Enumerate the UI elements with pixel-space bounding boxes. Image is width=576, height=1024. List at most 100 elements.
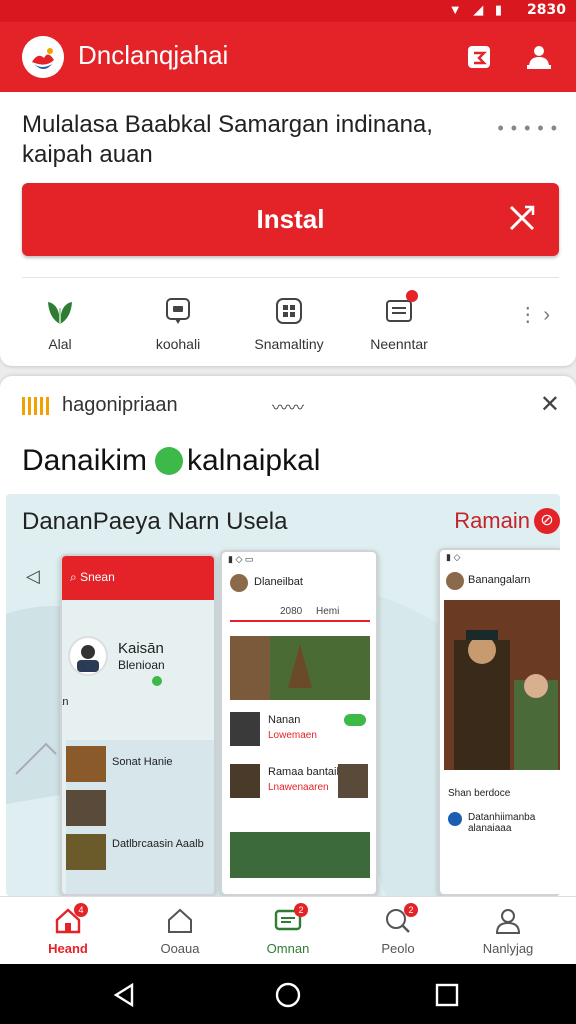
chat-icon — [163, 296, 193, 326]
phone1-search-text: Snean — [80, 570, 115, 584]
status-bar: ▼ ◢ ▮ 2830 — [0, 0, 576, 22]
phone3-header: Banangalarn — [468, 574, 531, 586]
phone2-tabs: 2080 Hemi — [230, 606, 370, 622]
banner-title: DananPaeya Narn Usela — [22, 508, 288, 535]
thumbnail — [338, 764, 368, 798]
cross-arrows-icon — [509, 205, 535, 231]
list-item: Sonat Hanie — [112, 756, 173, 768]
status-time: 2830 — [527, 2, 566, 18]
row-title: Ramaa bantail — [268, 766, 339, 778]
nav-badge: 2 — [294, 903, 308, 917]
app-description: Mulalasa Baabkal Samargan indinana, kaip… — [22, 111, 433, 168]
home-icon: 4 — [54, 903, 88, 935]
brand-logo-icon — [22, 396, 52, 415]
green-check-icon — [155, 447, 184, 475]
phone1-search-bar: ⌕ Snean — [62, 556, 214, 600]
inbox-icon — [384, 290, 418, 326]
user-icon — [494, 907, 522, 935]
app-bar: Dnclanqjahai — [0, 22, 576, 92]
map-label: Naaoan — [62, 696, 69, 708]
thumbnail — [230, 764, 260, 798]
install-label: Instal — [256, 204, 325, 234]
phone-mockup-3: ▮ ◇ Banangalarn Shan berdoce Datanhiiman… — [438, 548, 560, 896]
recents-icon[interactable] — [434, 982, 460, 1008]
quick-action-alal[interactable]: Alal — [0, 296, 120, 352]
system-navigation-bar — [0, 964, 576, 1024]
leaf-icon — [45, 296, 75, 326]
avatar — [230, 574, 248, 592]
thumbnail — [230, 712, 260, 746]
bottom-navigation: 4 Heand Ooaua 2 Omnan 2 Peolo Nanlyjag — [0, 896, 576, 964]
house-outline-icon — [166, 907, 194, 935]
nav-label: Peolo — [381, 941, 415, 956]
phone-mockup-2: ▮ ◇ ▭ Dlaneilbat 2080 Hemi Nanan Lowemae… — [220, 550, 378, 896]
post-image — [230, 832, 370, 878]
back-icon[interactable] — [112, 982, 138, 1008]
post-image — [230, 636, 370, 700]
app-title: Dnclanqjahai — [78, 40, 229, 70]
tab: 2080 — [280, 606, 303, 617]
location-arrow-icon: ◁ — [26, 566, 40, 586]
more-options-icon[interactable]: • • • • • — [497, 118, 558, 139]
nav-item-ooaua[interactable]: Ooaua — [132, 907, 228, 956]
quick-action-neenntar[interactable]: Neenntar — [339, 290, 459, 352]
search-chat-icon: 2 — [384, 903, 418, 935]
profile-name: Kaisān — [118, 640, 164, 657]
share-button[interactable] — [462, 40, 496, 74]
thumbnail — [66, 746, 106, 782]
quick-action-koohali[interactable]: koohali — [118, 296, 238, 352]
nav-badge: 4 — [74, 903, 88, 917]
divider — [22, 277, 559, 278]
profile-sub: Blenioan — [118, 658, 165, 672]
app-logo — [22, 36, 64, 78]
headline-right: kalnaipkal — [187, 444, 321, 477]
promo-banner[interactable]: DananPaeya Narn Usela Ramain ⊘ ◁ ⌕ Snean… — [6, 494, 560, 896]
nav-item-heand[interactable]: 4 Heand — [20, 903, 116, 956]
toggle-switch[interactable] — [344, 714, 366, 726]
quick-action-snamaltiny[interactable]: Snamaltiny — [229, 296, 349, 352]
avatar — [68, 636, 108, 676]
banner-right-text: Ramain — [454, 508, 530, 533]
promo-card: hagonipriaan 〰〰 ✕ Danaikim kalnaipkal Da… — [0, 376, 576, 896]
quick-action-label: Neenntar — [370, 336, 428, 352]
phone3-sub: Shan berdoce — [448, 788, 511, 799]
info-icon — [448, 812, 462, 826]
phone3-row: Datanhiimanba alanaiaaa — [468, 812, 536, 834]
phone1-list: Sonat Hanie Datlbrcaasin Aaalb — [66, 740, 214, 894]
nav-item-omnan[interactable]: 2 Omnan — [240, 903, 336, 956]
phone2-status: ▮ ◇ ▭ — [228, 554, 254, 564]
headline-left: Danaikim — [22, 444, 148, 477]
photo — [444, 600, 560, 770]
quick-action-label: Snamaltiny — [254, 336, 324, 352]
wave-icon: 〰〰 — [272, 400, 305, 417]
badge-icon: ⊘ — [534, 508, 560, 534]
home-circle-icon[interactable] — [275, 982, 301, 1008]
map-pin-icon — [152, 676, 162, 686]
tab: Hemi — [316, 606, 340, 617]
thumbnail — [66, 790, 106, 826]
nav-item-nanlyjag[interactable]: Nanlyjag — [460, 907, 556, 956]
avatar — [446, 572, 464, 590]
promo-brand: hagonipriaan — [22, 394, 178, 417]
nav-badge: 2 — [404, 903, 418, 917]
install-button[interactable]: Instal — [22, 183, 559, 256]
thumbnail — [66, 834, 106, 870]
notification-badge — [406, 290, 418, 302]
profile-button[interactable] — [522, 40, 556, 74]
phone2-header: Dlaneilbat — [254, 576, 303, 588]
search-icon: ⌕ — [70, 570, 77, 584]
row-title: Nanan — [268, 714, 301, 726]
banner-right-label: Ramain ⊘ — [454, 508, 560, 534]
message-icon: 2 — [274, 903, 308, 935]
close-icon[interactable]: ✕ — [540, 390, 560, 419]
chevron-right-icon[interactable]: ⋮ › — [518, 302, 550, 327]
brand-name: hagonipriaan — [62, 394, 178, 416]
phone-mockup-1: ⌕ Snean Kaisān Blenioan Naaoan Sonat Han… — [60, 554, 216, 896]
share-icon — [468, 46, 490, 68]
quick-action-label: koohali — [155, 336, 201, 352]
nav-item-peolo[interactable]: 2 Peolo — [350, 903, 446, 956]
nav-label: Ooaua — [160, 941, 200, 956]
nav-label: Nanlyjag — [482, 941, 534, 956]
grid-icon — [274, 296, 304, 326]
list-item: Datlbrcaasin Aaalb — [112, 838, 204, 850]
